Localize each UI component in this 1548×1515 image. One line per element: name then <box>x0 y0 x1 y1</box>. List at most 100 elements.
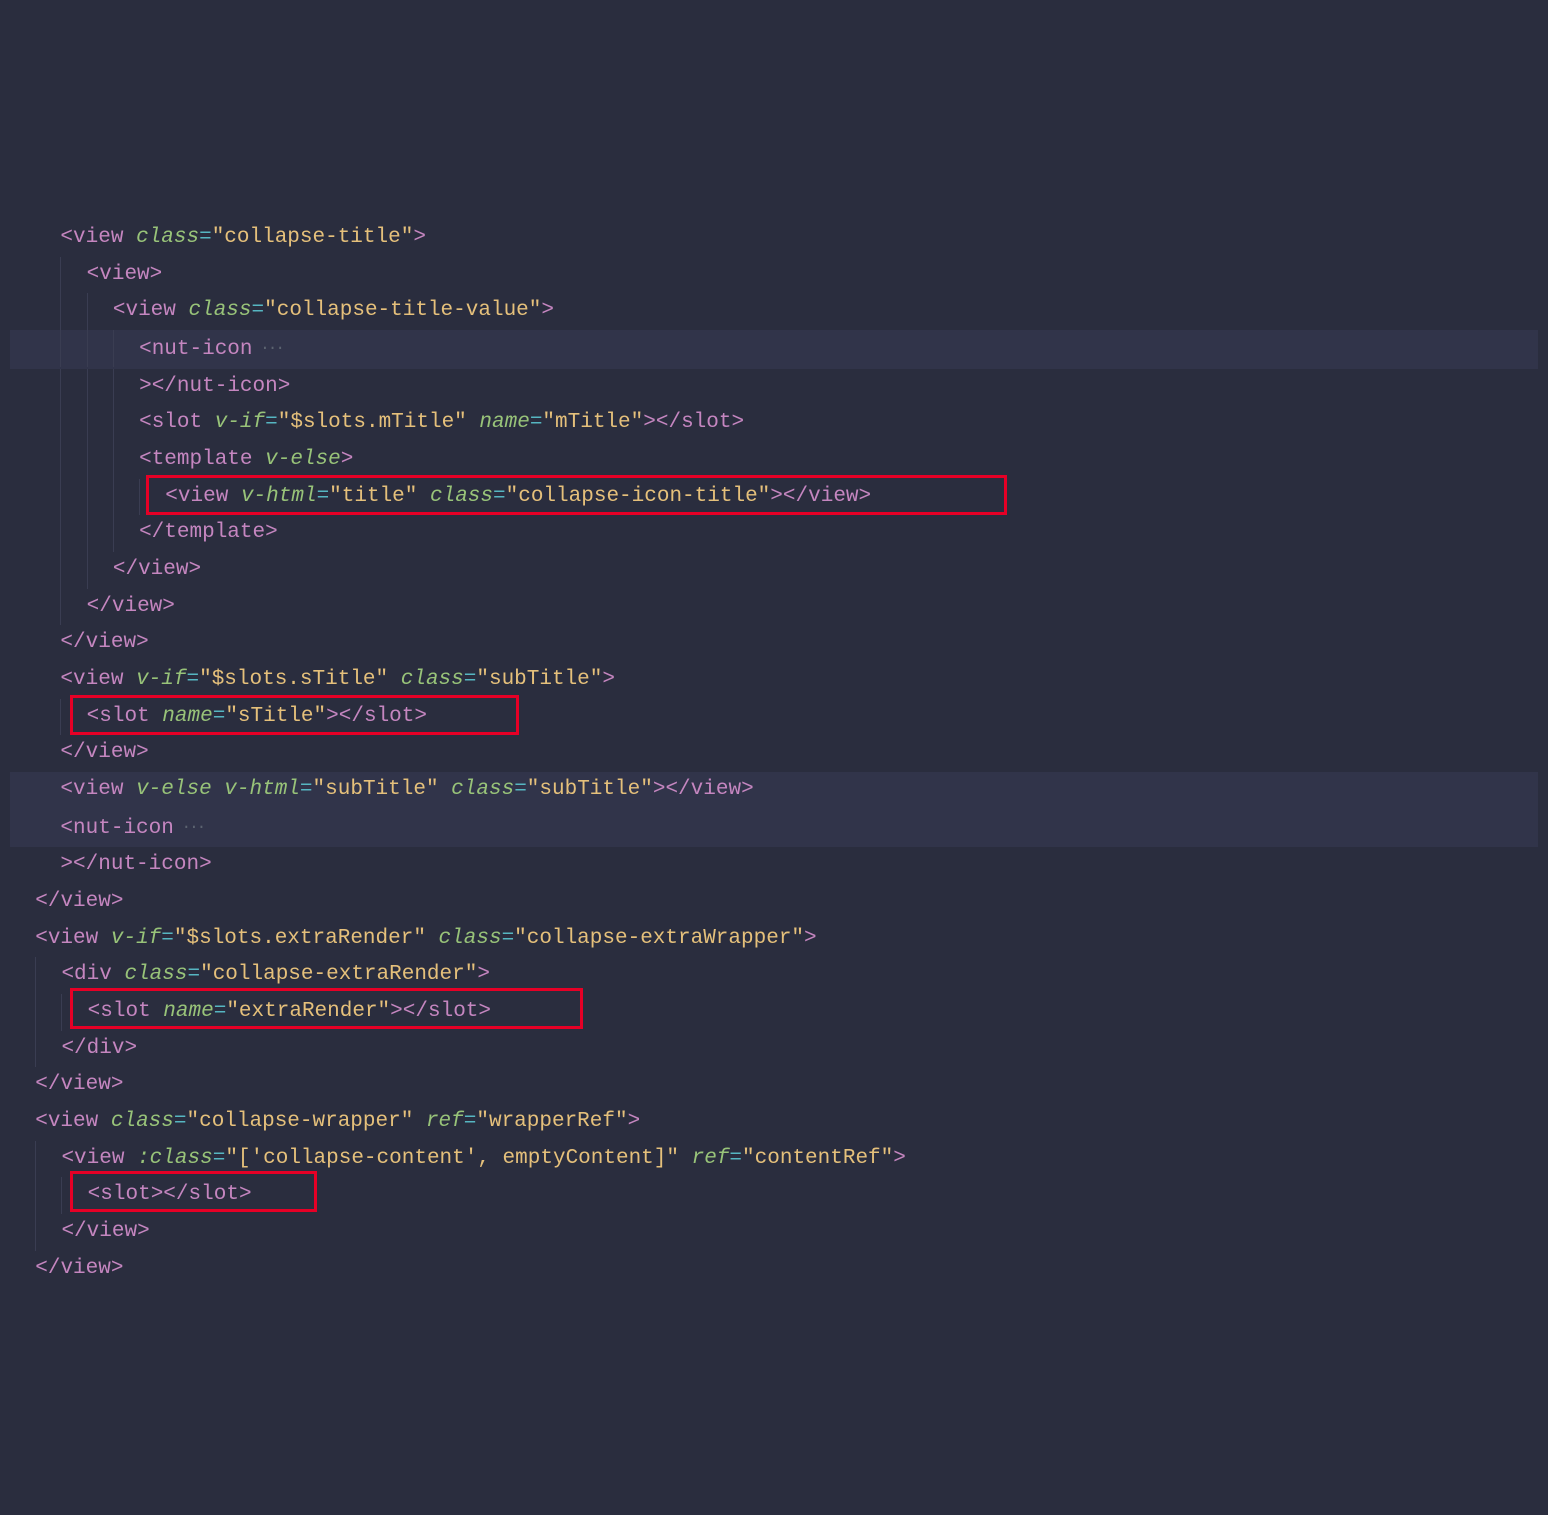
token-bracket: > <box>60 853 73 876</box>
token-bracket: </ <box>60 741 85 764</box>
code-line[interactable]: <view class="collapse-title-value"> <box>10 293 1538 330</box>
token-bracket: > <box>239 1183 252 1206</box>
token-bracket: > <box>136 741 149 764</box>
code-line[interactable]: <slot name="sTitle"></slot> <box>10 699 1538 736</box>
token-attr: class <box>124 963 187 986</box>
token-str: "$slots.sTitle" <box>199 668 388 691</box>
code-line[interactable]: </view> <box>10 1214 1538 1251</box>
token-bracket: < <box>60 778 73 801</box>
code-line[interactable]: </view> <box>10 625 1538 662</box>
code-line[interactable]: <view v-else v-html="subTitle" class="su… <box>10 772 1538 809</box>
token-bracket: > <box>199 853 212 876</box>
code-line[interactable]: <view v-if="$slots.sTitle" class="subTit… <box>10 662 1538 699</box>
token-tag: slot <box>681 411 731 434</box>
code-line[interactable]: <div class="collapse-extraRender"> <box>10 957 1538 994</box>
token-tag: view <box>86 631 136 654</box>
token-bracket: < <box>165 485 178 508</box>
token-bracket: > <box>541 299 554 322</box>
token-str: "$slots.mTitle" <box>278 411 467 434</box>
token-bracket: < <box>60 668 73 691</box>
token-attr: v-html <box>241 485 317 508</box>
token-attr: v-else <box>136 778 212 801</box>
token-attr: ref <box>692 1147 730 1170</box>
token-plain <box>417 485 430 508</box>
code-line[interactable]: <nut-icon ··· <box>10 809 1538 848</box>
token-attr: name <box>163 1000 213 1023</box>
token-bracket: </ <box>783 485 808 508</box>
token-tag: view <box>73 226 123 249</box>
code-line[interactable]: </template> <box>10 515 1538 552</box>
token-bracket: > <box>151 1183 164 1206</box>
token-tag: slot <box>100 1000 150 1023</box>
token-bracket: > <box>111 890 124 913</box>
code-line[interactable]: <slot v-if="$slots.mTitle" name="mTitle"… <box>10 405 1538 442</box>
token-bracket: > <box>804 927 817 950</box>
token-plain <box>212 778 225 801</box>
token-plain <box>228 485 241 508</box>
token-bracket: > <box>278 375 291 398</box>
token-bracket: < <box>35 1110 48 1133</box>
token-str: "sTitle" <box>225 705 326 728</box>
token-eq: = <box>213 1147 226 1170</box>
token-bracket: > <box>390 1000 403 1023</box>
token-eq: = <box>252 299 265 322</box>
token-bracket: </ <box>139 521 164 544</box>
token-bracket: </ <box>403 1000 428 1023</box>
token-str: "subTitle" <box>527 778 653 801</box>
token-plain <box>388 668 401 691</box>
token-bracket: > <box>653 778 666 801</box>
token-bracket: > <box>893 1147 906 1170</box>
code-line[interactable]: <view v-html="title" class="collapse-ico… <box>10 479 1538 516</box>
code-line[interactable]: ></nut-icon> <box>10 369 1538 406</box>
token-tag: nut-icon <box>98 853 199 876</box>
code-line[interactable]: </view> <box>10 552 1538 589</box>
token-bracket: </ <box>665 778 690 801</box>
token-bracket: > <box>770 485 783 508</box>
token-str: "collapse-title" <box>212 226 414 249</box>
token-attr: v-html <box>224 778 300 801</box>
token-tag: div <box>87 1037 125 1060</box>
code-line[interactable]: <view class="collapse-title"> <box>10 220 1538 257</box>
token-bracket: < <box>87 263 100 286</box>
token-str: "collapse-extraRender" <box>200 963 477 986</box>
code-line[interactable]: <view> <box>10 257 1538 294</box>
code-line[interactable]: <template v-else> <box>10 442 1538 479</box>
code-line[interactable]: </view> <box>10 884 1538 921</box>
token-str: "collapse-wrapper" <box>186 1110 413 1133</box>
token-bracket: </ <box>87 595 112 618</box>
token-bracket: > <box>111 1257 124 1280</box>
token-bracket: </ <box>339 705 364 728</box>
code-container: <view class="collapse-title"> <view> <vi… <box>10 220 1538 1287</box>
token-plain <box>123 778 136 801</box>
code-line[interactable]: </view> <box>10 1251 1538 1288</box>
code-line[interactable]: <nut-icon ··· <box>10 330 1538 369</box>
token-fold: ··· <box>253 339 283 357</box>
token-bracket: </ <box>152 375 177 398</box>
token-bracket: < <box>88 1183 101 1206</box>
token-plain <box>98 927 111 950</box>
code-line[interactable]: ></nut-icon> <box>10 847 1538 884</box>
token-bracket: < <box>61 1147 74 1170</box>
token-eq: = <box>464 668 477 691</box>
code-line[interactable]: <view :class="['collapse-content', empty… <box>10 1141 1538 1178</box>
token-tag: view <box>808 485 858 508</box>
code-line[interactable]: </div> <box>10 1031 1538 1068</box>
token-bracket: > <box>732 411 745 434</box>
token-bracket: > <box>326 705 339 728</box>
code-line[interactable]: <slot name="extraRender"></slot> <box>10 994 1538 1031</box>
token-attr: name <box>479 411 529 434</box>
token-bracket: > <box>478 1000 491 1023</box>
code-line[interactable]: <slot></slot> <box>10 1177 1538 1214</box>
token-tag: nut-icon <box>73 817 174 840</box>
code-line[interactable]: <view v-if="$slots.extraRender" class="c… <box>10 921 1538 958</box>
token-bracket: > <box>414 705 427 728</box>
code-line[interactable]: <view class="collapse-wrapper" ref="wrap… <box>10 1104 1538 1141</box>
token-tag: view <box>48 1110 98 1133</box>
token-eq: = <box>514 778 527 801</box>
token-eq: = <box>213 705 226 728</box>
code-editor[interactable]: <view class="collapse-title"> <view> <vi… <box>0 147 1548 1334</box>
code-line[interactable]: </view> <box>10 1067 1538 1104</box>
token-str: "$slots.extraRender" <box>174 927 426 950</box>
code-line[interactable]: </view> <box>10 735 1538 772</box>
code-line[interactable]: </view> <box>10 589 1538 626</box>
